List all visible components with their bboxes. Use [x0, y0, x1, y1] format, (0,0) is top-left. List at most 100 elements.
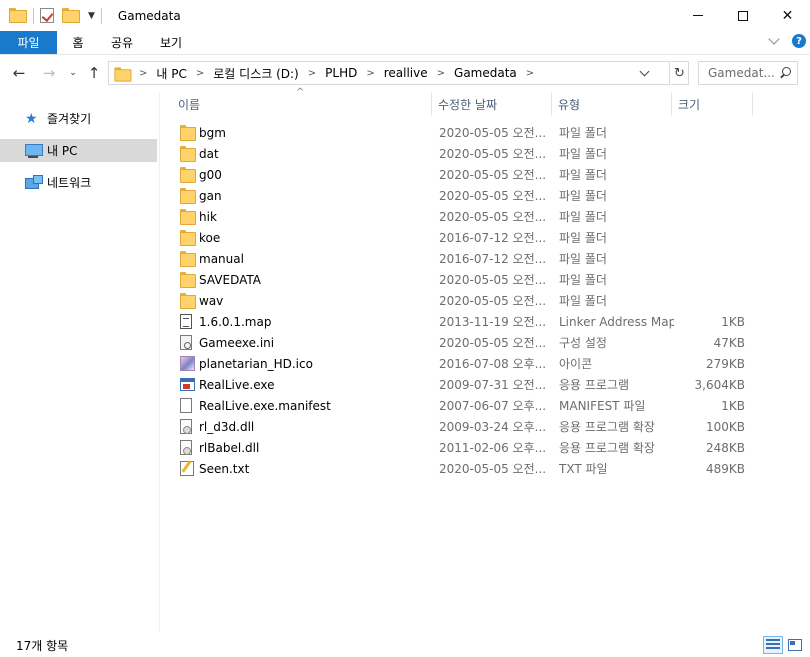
- properties-icon[interactable]: [40, 7, 56, 24]
- file-row[interactable]: rl_d3d.dll 2009-03-24 오후... 응용 프로그램 확장 100K…: [172, 416, 757, 437]
- column-header-date[interactable]: 수정한 날짜: [432, 92, 552, 116]
- file-icon-cell: [180, 395, 196, 416]
- file-date: 2007-06-07 오후...: [439, 399, 547, 413]
- column-header-name[interactable]: 이름: [172, 92, 432, 116]
- recent-locations-button[interactable]: ⌄: [64, 64, 82, 82]
- file-size: 279KB: [705, 356, 745, 371]
- file-date: 2020-05-05 오전...: [439, 462, 547, 476]
- file-date: 2009-03-24 오후...: [439, 420, 547, 434]
- file-date: 2011-02-06 오후...: [439, 441, 547, 455]
- customize-toolbar-dropdown-icon[interactable]: ▼: [88, 11, 95, 21]
- file-row[interactable]: wav 2020-05-05 오전... 파일 폴더: [172, 290, 757, 311]
- config-file-icon: [180, 335, 192, 350]
- help-icon[interactable]: ?: [792, 34, 806, 48]
- folder-icon: [9, 7, 27, 24]
- file-row[interactable]: dat 2020-05-05 오전... 파일 폴더: [172, 143, 757, 164]
- nav-item-label: 즐겨찾기: [47, 112, 92, 126]
- up-button[interactable]: ↑: [85, 64, 103, 82]
- tab-file[interactable]: 파일: [0, 31, 57, 54]
- file-name: SAVEDATA: [199, 272, 261, 287]
- breadcrumb-separator-icon[interactable]: >: [366, 68, 374, 79]
- file-row[interactable]: manual 2016-07-12 오전... 파일 폴더: [172, 248, 757, 269]
- breadcrumb-separator-icon[interactable]: >: [196, 68, 204, 79]
- file-name: dat: [199, 146, 219, 161]
- refresh-button[interactable]: ↻: [671, 61, 689, 85]
- expand-ribbon-icon[interactable]: [768, 33, 780, 45]
- details-view-button[interactable]: [763, 636, 783, 654]
- file-date: 2020-05-05 오전...: [439, 273, 547, 287]
- file-name: 1.6.0.1.map: [199, 314, 272, 329]
- breadcrumb-reallive[interactable]: reallive: [384, 66, 428, 80]
- status-bar: 17개 항목: [0, 633, 810, 657]
- file-icon-cell: [180, 143, 196, 164]
- file-row[interactable]: 1.6.0.1.map 2013-11-19 오전... Linker Addres…: [172, 311, 757, 332]
- column-header-size[interactable]: 크기: [672, 92, 753, 116]
- tab-share[interactable]: 공유: [99, 31, 145, 54]
- close-button[interactable]: ✕: [765, 0, 810, 31]
- address-bar[interactable]: > 내 PC > 로컬 디스크 (D:) > PLHD > reallive >…: [108, 61, 670, 85]
- dll-file-icon: [180, 419, 192, 434]
- file-type: 아이콘: [559, 357, 593, 371]
- file-date: 2016-07-12 오전...: [439, 252, 547, 266]
- maximize-icon: [737, 10, 748, 21]
- maximize-button[interactable]: [720, 0, 765, 31]
- map-file-icon: [180, 314, 192, 329]
- file-icon-cell: [180, 416, 196, 437]
- details-view-icon: [766, 639, 780, 651]
- breadcrumb-separator-icon[interactable]: >: [437, 68, 445, 79]
- back-button[interactable]: ←: [10, 64, 28, 82]
- column-header-label: 수정한 날짜: [438, 97, 498, 112]
- breadcrumb-gamedata[interactable]: Gamedata: [454, 66, 517, 80]
- file-type: 파일 폴더: [559, 252, 607, 266]
- minimize-button[interactable]: [675, 0, 720, 31]
- address-history-dropdown[interactable]: [637, 65, 651, 81]
- nav-item-this-pc[interactable]: 내 PC: [0, 139, 157, 162]
- breadcrumb-separator-icon[interactable]: >: [139, 68, 147, 79]
- breadcrumb-plhd[interactable]: PLHD: [325, 66, 357, 80]
- file-type: MANIFEST 파일: [559, 399, 646, 413]
- file-row[interactable]: gan 2020-05-05 오전... 파일 폴더: [172, 185, 757, 206]
- breadcrumb-separator-icon[interactable]: >: [308, 68, 316, 79]
- file-size: 489KB: [705, 461, 745, 476]
- tab-home[interactable]: 홈: [57, 31, 99, 54]
- column-header-type[interactable]: 유형: [552, 92, 672, 116]
- file-size: [672, 290, 745, 311]
- large-icons-view-button[interactable]: [785, 636, 805, 654]
- file-type: 파일 폴더: [559, 168, 607, 182]
- file-date: 2020-05-05 오전...: [439, 210, 547, 224]
- file-row[interactable]: SAVEDATA 2020-05-05 오전... 파일 폴더: [172, 269, 757, 290]
- refresh-icon: ↻: [674, 65, 685, 81]
- file-row[interactable]: rlBabel.dll 2011-02-06 오후... 응용 프로그램 확장 248…: [172, 437, 757, 458]
- file-row[interactable]: bgm 2020-05-05 오전... 파일 폴더: [172, 122, 757, 143]
- file-name: planetarian_HD.ico: [199, 356, 313, 371]
- breadcrumb-this-pc[interactable]: 내 PC: [156, 65, 186, 82]
- breadcrumb-local-disk[interactable]: 로컬 디스크 (D:): [213, 65, 298, 82]
- file-icon-cell: [180, 290, 196, 311]
- breadcrumb-separator-icon[interactable]: >: [526, 68, 534, 79]
- file-row[interactable]: planetarian_HD.ico 2016-07-08 오후... 아이콘 279…: [172, 353, 757, 374]
- folder-icon: [180, 251, 196, 267]
- folder-icon: [180, 167, 196, 183]
- file-icon-cell: [180, 248, 196, 269]
- file-row[interactable]: Gameexe.ini 2020-05-05 오전... 구성 설정 47KB: [172, 332, 757, 353]
- file-row[interactable]: Seen.txt 2020-05-05 오전... TXT 파일 489KB: [172, 458, 757, 479]
- new-folder-icon[interactable]: [62, 7, 80, 24]
- file-row[interactable]: hik 2020-05-05 오전... 파일 폴더: [172, 206, 757, 227]
- forward-button[interactable]: →: [40, 64, 58, 82]
- file-row[interactable]: koe 2016-07-12 오전... 파일 폴더: [172, 227, 757, 248]
- tab-view[interactable]: 보기: [145, 31, 197, 54]
- nav-item-quick-access[interactable]: ★ 즐겨찾기: [0, 107, 157, 130]
- file-size: 100KB: [705, 419, 745, 434]
- file-size: 1KB: [721, 314, 745, 329]
- folder-icon: [180, 293, 196, 309]
- file-name: rlBabel.dll: [199, 440, 260, 455]
- nav-item-network[interactable]: 네트워크: [0, 171, 157, 194]
- column-header-label: 이름: [178, 97, 201, 112]
- close-icon: ✕: [781, 7, 794, 24]
- file-row[interactable]: g00 2020-05-05 오전... 파일 폴더: [172, 164, 757, 185]
- minimize-icon: [692, 15, 703, 16]
- file-icon-cell: [180, 311, 196, 332]
- file-row[interactable]: RealLive.exe.manifest 2007-06-07 오후... MAN…: [172, 395, 757, 416]
- search-input[interactable]: Gamedat...: [698, 61, 798, 85]
- file-row[interactable]: RealLive.exe 2009-07-31 오전... 응용 프로그램 3,604…: [172, 374, 757, 395]
